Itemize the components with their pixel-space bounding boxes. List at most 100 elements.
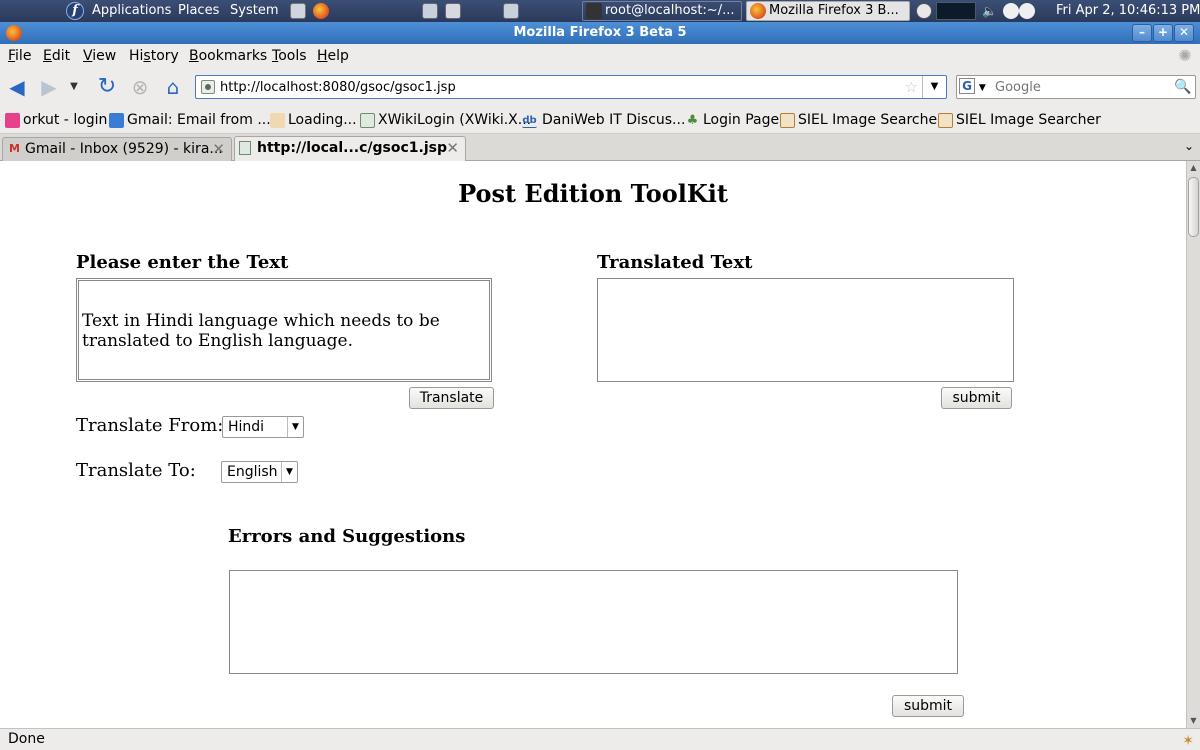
close-tab-icon[interactable]: ✕: [446, 137, 459, 159]
orkut-icon: [5, 113, 20, 128]
firefox-icon: [750, 3, 766, 19]
search-icon[interactable]: 🔍: [1173, 77, 1193, 97]
panel-menu-applications[interactable]: Applications: [92, 0, 171, 22]
home-button[interactable]: ⌂: [160, 75, 186, 99]
tab-gmail[interactable]: M Gmail - Inbox (9529) - kira... ✕: [2, 137, 232, 161]
page-title: Post Edition ToolKit: [458, 179, 728, 208]
bookmark-label: SIEL Image Searcher: [956, 112, 1101, 128]
submit-translation-button[interactable]: submit: [941, 387, 1012, 409]
google-icon: [109, 113, 124, 128]
maximize-button[interactable]: +: [1153, 24, 1173, 42]
url-input[interactable]: [220, 77, 900, 97]
menu-file[interactable]: File: [8, 48, 31, 64]
menu-view[interactable]: View: [83, 48, 116, 64]
scroll-up-arrow-icon[interactable]: ▲: [1187, 161, 1200, 175]
search-bar[interactable]: G ▼ 🔍: [956, 75, 1196, 99]
network-icon[interactable]: [422, 3, 438, 19]
panel-menu-places[interactable]: Places: [178, 0, 219, 22]
bookmark-siel-1[interactable]: SIEL Image Searcher: [780, 111, 943, 129]
menu-edit[interactable]: Edit: [43, 48, 70, 64]
bookmark-siel-2[interactable]: SIEL Image Searcher: [938, 111, 1101, 129]
panel-clock[interactable]: Fri Apr 2, 10:46:13 PM: [1056, 0, 1200, 22]
top-panel: f Applications Places System root@localh…: [0, 0, 1200, 22]
fedora-logo-icon[interactable]: f: [66, 2, 84, 20]
menu-label: tory: [150, 48, 179, 64]
bookmark-star-icon[interactable]: ☆: [905, 78, 918, 96]
close-tab-icon[interactable]: ✕: [212, 138, 225, 160]
image-icon: [780, 113, 795, 128]
reload-button[interactable]: ↻: [94, 75, 120, 99]
applet-icon-2[interactable]: [1019, 3, 1035, 19]
bookmark-daniweb[interactable]: db DaniWeb IT Discus...: [522, 111, 685, 129]
translate-from-select[interactable]: Hindi ▼: [222, 416, 304, 438]
tab-gsoc[interactable]: http://local...c/gsoc1.jsp ✕: [234, 136, 466, 161]
search-engine-selector[interactable]: G ▼: [959, 78, 991, 96]
tab-label: http://local...c/gsoc1.jsp: [257, 140, 448, 156]
translate-button[interactable]: Translate: [409, 387, 494, 409]
translate-from-label: Translate From:: [76, 415, 224, 436]
source-text-area[interactable]: Text in Hindi language which needs to be…: [76, 278, 492, 382]
bookmark-login-page[interactable]: ♣ Login Page: [685, 111, 779, 129]
menu-label: elp: [327, 48, 349, 64]
cpu-monitor-graph[interactable]: [936, 2, 976, 20]
minimize-button[interactable]: –: [1132, 24, 1152, 42]
translate-from-value: Hindi: [228, 419, 265, 435]
google-icon: G: [959, 78, 975, 94]
panel-menu-system[interactable]: System: [230, 0, 278, 22]
forward-arrow-icon: ▶: [41, 75, 57, 99]
tab-label: Gmail - Inbox (9529) - kira...: [25, 141, 223, 157]
bookmark-xwiki[interactable]: XWikiLogin (XWiki.X...: [360, 111, 531, 129]
menu-help[interactable]: Help: [317, 48, 349, 64]
submit-errors-button[interactable]: submit: [892, 695, 964, 717]
resize-grip-icon[interactable]: ✶: [1182, 731, 1194, 750]
task-terminal[interactable]: root@localhost:~/...: [582, 1, 742, 21]
menu-label: dit: [51, 48, 71, 64]
menu-tools[interactable]: Tools: [272, 48, 307, 64]
bookmark-label: orkut - login: [23, 112, 108, 128]
network-manager-icon[interactable]: [503, 3, 519, 19]
url-bar[interactable]: ☆ ▼: [195, 75, 947, 99]
task-firefox[interactable]: Mozilla Firefox 3 B...: [746, 1, 910, 21]
scroll-down-arrow-icon[interactable]: ▼: [1187, 714, 1200, 728]
menu-accel: V: [83, 48, 93, 64]
history-dropdown-button[interactable]: ▼: [66, 75, 82, 99]
menu-accel: H: [317, 48, 328, 64]
chevron-down-icon: ▼: [930, 81, 939, 92]
search-input[interactable]: [995, 77, 1170, 97]
errors-text-area[interactable]: [229, 570, 958, 674]
menu-history[interactable]: History: [129, 48, 179, 64]
bookmark-gmail[interactable]: Gmail: Email from ...: [109, 111, 271, 129]
menu-label: ile: [15, 48, 32, 64]
chevron-down-icon: ▼: [70, 81, 78, 92]
translated-text-area[interactable]: [597, 278, 1014, 382]
vertical-scrollbar[interactable]: ▲ ▼: [1186, 161, 1200, 728]
chevron-down-icon: ▼: [978, 83, 986, 93]
translate-to-select[interactable]: English ▼: [221, 461, 298, 483]
close-window-button[interactable]: ✕: [1174, 24, 1194, 42]
window-titlebar[interactable]: Mozilla Firefox 3 Beta 5 – + ✕: [0, 22, 1200, 44]
firefox-window-icon[interactable]: [6, 25, 22, 41]
tab-list-button[interactable]: ⌄: [1184, 139, 1194, 153]
applet-icon-1[interactable]: [1003, 3, 1019, 19]
power-icon[interactable]: [916, 3, 932, 19]
bookmark-loading[interactable]: Loading...: [270, 111, 357, 129]
bookmark-label: XWikiLogin (XWiki.X...: [378, 112, 532, 128]
volume-icon[interactable]: 🔈: [982, 3, 998, 19]
gmail-icon: M: [9, 142, 20, 155]
bookmark-orkut[interactable]: orkut - login: [5, 111, 107, 129]
scrollbar-thumb[interactable]: [1188, 177, 1199, 237]
url-history-dropdown[interactable]: ▼: [922, 76, 946, 98]
translate-to-value: English: [227, 464, 278, 480]
menu-accel: B: [189, 48, 199, 64]
back-arrow-icon: ◀: [9, 75, 25, 99]
site-identity-icon[interactable]: [201, 80, 215, 94]
forward-button[interactable]: ▶: [36, 75, 62, 99]
terminal-launcher-icon[interactable]: [290, 3, 306, 19]
firefox-launcher-icon[interactable]: [313, 3, 329, 19]
menu-accel: s: [143, 48, 151, 64]
stop-button[interactable]: ⊗: [127, 75, 153, 99]
back-button[interactable]: ◀: [4, 75, 30, 99]
menu-bookmarks[interactable]: Bookmarks: [189, 48, 267, 64]
errors-heading: Errors and Suggestions: [228, 526, 466, 547]
menu-label: iew: [92, 48, 117, 64]
